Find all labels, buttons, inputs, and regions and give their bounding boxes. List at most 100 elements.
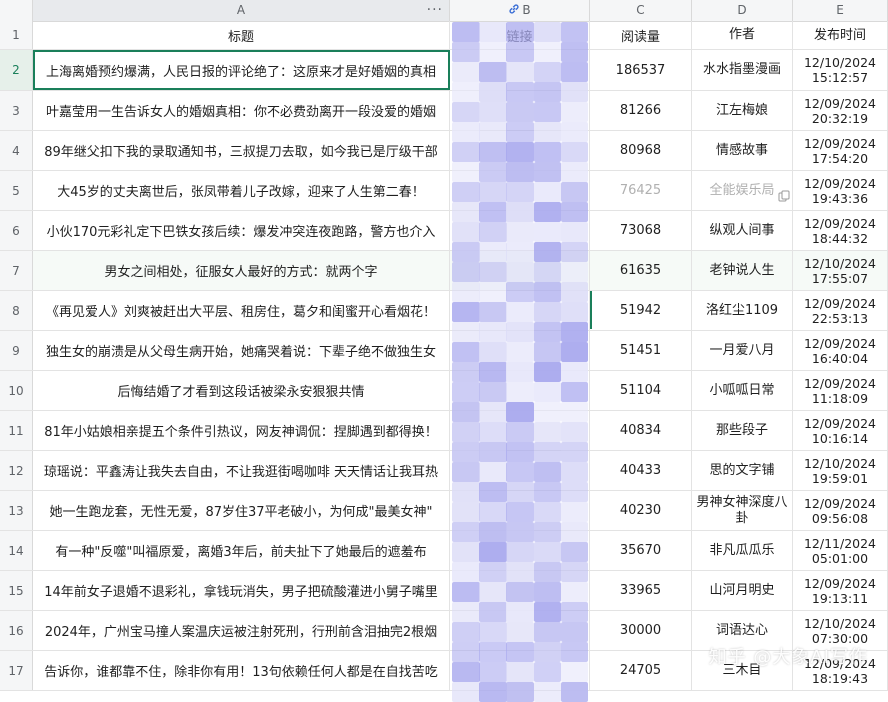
header-cell-title[interactable]: 标题 [33, 21, 450, 49]
published-cell[interactable]: 12/09/2024 17:54:20 [793, 131, 888, 170]
published-cell[interactable]: 12/09/2024 11:18:09 [793, 371, 888, 410]
published-cell[interactable]: 12/09/2024 16:40:04 [793, 331, 888, 370]
title-cell[interactable]: 2024年，广州宝马撞人案温庆运被注射死刑，行刑前含泪抽完2根烟 [33, 611, 450, 650]
row-number[interactable]: 14 [0, 531, 33, 570]
row-number[interactable]: 8 [0, 291, 33, 330]
title-cell[interactable]: 独生女的崩溃是从父母生病开始，她痛哭着说：下辈子绝不做独生女 [33, 331, 450, 370]
link-cell[interactable] [450, 131, 590, 170]
published-cell[interactable]: 12/09/2024 18:44:32 [793, 211, 888, 250]
link-cell[interactable] [450, 171, 590, 210]
reads-cell[interactable]: 186537 [590, 50, 692, 90]
published-cell[interactable]: 12/10/2024 15:12:57 [793, 50, 888, 90]
link-cell[interactable] [450, 251, 590, 290]
link-cell[interactable] [450, 50, 590, 90]
title-cell[interactable]: 14年前女子退婚不退彩礼，拿钱玩消失，男子把硫酸灌进小舅子嘴里 [33, 571, 450, 610]
reads-cell[interactable]: 40230 [590, 491, 692, 530]
column-header-a[interactable]: A ··· [33, 0, 450, 21]
reads-cell[interactable]: 30000 [590, 611, 692, 650]
reads-cell[interactable]: 40834 [590, 411, 692, 450]
row-number[interactable]: 11 [0, 411, 33, 450]
link-cell[interactable] [450, 371, 590, 410]
column-header-b[interactable]: B [450, 0, 590, 21]
row-number[interactable]: 3 [0, 91, 33, 130]
title-cell[interactable]: 《再见爱人》刘爽被赶出大平层、租房住，葛夕和闺蜜开心看烟花！ [33, 291, 450, 330]
published-cell[interactable]: 12/09/2024 19:13:11 [793, 571, 888, 610]
published-cell[interactable]: 12/09/2024 19:43:36 [793, 171, 888, 210]
row-number[interactable]: 12 [0, 451, 33, 490]
link-cell[interactable] [450, 651, 590, 690]
link-cell[interactable] [450, 571, 590, 610]
row-number[interactable]: 9 [0, 331, 33, 370]
row-number[interactable]: 2 [0, 50, 33, 90]
link-cell[interactable] [450, 411, 590, 450]
author-cell[interactable]: 江左梅娘 [692, 91, 793, 130]
header-cell-reads[interactable]: 阅读量 [590, 21, 692, 49]
link-cell[interactable] [450, 331, 590, 370]
link-cell[interactable] [450, 491, 590, 530]
title-cell[interactable]: 89年继父扣下我的录取通知书，三叔提刀去取，如今我已是厅级干部 [33, 131, 450, 170]
author-cell[interactable]: 纵观人间事 [692, 211, 793, 250]
more-dots-icon[interactable]: ··· [427, 0, 443, 21]
column-header-d[interactable]: D [692, 0, 793, 21]
reads-cell[interactable]: 81266 [590, 91, 692, 130]
author-cell[interactable]: 非凡瓜瓜乐 [692, 531, 793, 570]
reads-cell[interactable]: 40433 [590, 451, 692, 490]
author-cell[interactable]: 情感故事 [692, 131, 793, 170]
title-cell[interactable]: 男女之间相处，征服女人最好的方式：就两个字 [33, 251, 450, 290]
link-cell[interactable] [450, 531, 590, 570]
title-cell[interactable]: 琼瑶说：平鑫涛让我失去自由，不让我逛街喝咖啡 天天情话让我耳热 [33, 451, 450, 490]
author-cell[interactable]: 小呱呱日常 [692, 371, 793, 410]
title-cell[interactable]: 后悔结婚了才看到这段话被梁永安狠狠共情 [33, 371, 450, 410]
author-cell[interactable]: 一月爱八月 [692, 331, 793, 370]
reads-cell[interactable]: 80968 [590, 131, 692, 170]
published-cell[interactable]: 12/09/2024 10:16:14 [793, 411, 888, 450]
title-cell[interactable]: 告诉你，谁都靠不住，除非你有用！13句依赖任何人都是在自找苦吃 [33, 651, 450, 690]
column-header-c[interactable]: C [590, 0, 692, 21]
row-number[interactable]: 15 [0, 571, 33, 610]
reads-cell[interactable]: 51942 [590, 291, 692, 330]
link-cell[interactable] [450, 451, 590, 490]
author-cell[interactable]: 男神女神深度八卦 [692, 491, 793, 530]
row-number[interactable]: 4 [0, 131, 33, 170]
reads-cell[interactable]: 35670 [590, 531, 692, 570]
row-number[interactable]: 5 [0, 171, 33, 210]
title-cell[interactable]: 叶嘉莹用一生告诉女人的婚姻真相：你不必费劲离开一段没爱的婚姻 [33, 91, 450, 130]
author-cell[interactable]: 全能娱乐局 [692, 171, 793, 210]
row-number[interactable]: 6 [0, 211, 33, 250]
header-cell-published[interactable]: 发布时间 [793, 21, 888, 49]
published-cell[interactable]: 12/09/2024 22:53:13 [793, 291, 888, 330]
title-cell[interactable]: 小伙170元彩礼定下巴铁女孩后续：爆发冲突连夜跑路，警方也介入 [33, 211, 450, 250]
link-cell[interactable] [450, 91, 590, 130]
column-header-e[interactable]: E [793, 0, 888, 21]
author-cell[interactable]: 洛红尘1109 [692, 291, 793, 330]
select-all-corner[interactable] [0, 0, 33, 21]
reads-cell[interactable]: 24705 [590, 651, 692, 690]
published-cell[interactable]: 12/10/2024 19:59:01 [793, 451, 888, 490]
published-cell[interactable]: 12/11/2024 05:01:00 [793, 531, 888, 570]
row-number[interactable]: 16 [0, 611, 33, 650]
column-resize-handle[interactable] [590, 291, 592, 329]
author-cell[interactable]: 思的文字铺 [692, 451, 793, 490]
published-cell[interactable]: 12/10/2024 17:55:07 [793, 251, 888, 290]
row-number[interactable]: 7 [0, 251, 33, 290]
row-number[interactable]: 10 [0, 371, 33, 410]
published-cell[interactable]: 12/09/2024 20:32:19 [793, 91, 888, 130]
title-cell[interactable]: 她一生跑龙套，无性无爱，87岁住37平老破小，为何成"最美女神" [33, 491, 450, 530]
header-cell-author[interactable]: 作者 [692, 21, 793, 49]
published-cell[interactable]: 12/09/2024 09:56:08 [793, 491, 888, 530]
reads-cell[interactable]: 51104 [590, 371, 692, 410]
link-cell[interactable] [450, 611, 590, 650]
author-cell[interactable]: 水水指墨漫画 [692, 50, 793, 90]
title-cell[interactable]: 81年小姑娘相亲提五个条件引热议，网友神调侃：捏脚遇到都得换！ [33, 411, 450, 450]
link-cell[interactable] [450, 291, 590, 330]
reads-cell[interactable]: 73068 [590, 211, 692, 250]
title-cell[interactable]: 大45岁的丈夫离世后，张凤带着儿子改嫁，迎来了人生第二春！ [33, 171, 450, 210]
title-cell[interactable]: 有一种"反噬"叫福原爱，离婚3年后，前夫扯下了她最后的遮羞布 [33, 531, 450, 570]
author-cell[interactable]: 山河月明史 [692, 571, 793, 610]
author-cell[interactable]: 老钟说人生 [692, 251, 793, 290]
title-cell[interactable]: 上海离婚预约爆满，人民日报的评论绝了：这原来才是好婚姻的真相 [33, 50, 450, 90]
header-cell-link[interactable]: 链接 [450, 21, 590, 49]
author-cell[interactable]: 那些段子 [692, 411, 793, 450]
reads-cell[interactable]: 33965 [590, 571, 692, 610]
link-cell[interactable] [450, 211, 590, 250]
